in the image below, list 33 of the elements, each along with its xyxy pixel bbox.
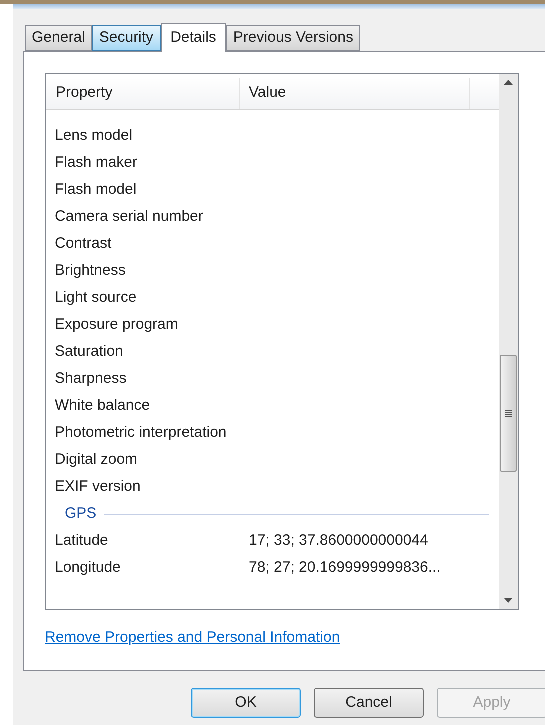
property-name: EXIF version: [54, 477, 142, 498]
dialog-button[interactable]: Cancel: [314, 688, 424, 718]
tab[interactable]: Security: [92, 25, 161, 51]
column-header[interactable]: Property: [46, 78, 240, 109]
scrollbar-thumb[interactable]: [500, 355, 517, 472]
property-name: Flash maker: [54, 153, 139, 174]
property-name: Longitude: [54, 558, 122, 578]
property-name: Sharpness: [54, 369, 128, 390]
property-name: Light source: [54, 288, 138, 308]
property-value: 17; 33; 37.8600000000044: [248, 531, 428, 552]
property-name: Flash model: [54, 180, 138, 200]
property-name: Photometric interpretation: [54, 423, 228, 444]
property-name: Camera serial number: [54, 207, 204, 228]
property-value: 78; 27; 20.1699999999836...: [248, 558, 441, 578]
group-header: GPS: [65, 504, 97, 524]
tab[interactable]: Previous Versions: [226, 25, 360, 51]
property-name: Latitude: [54, 531, 110, 552]
property-name: Saturation: [54, 342, 124, 362]
property-name: Exposure program: [54, 315, 180, 336]
scrollbar[interactable]: [499, 74, 518, 609]
tab[interactable]: Details: [160, 23, 226, 52]
property-name: Lens model: [54, 126, 134, 146]
grip-icon: [505, 410, 512, 417]
tab[interactable]: General: [25, 25, 92, 51]
property-name: White balance: [54, 396, 152, 416]
property-name: Digital zoom: [54, 450, 139, 470]
remove-properties-link[interactable]: Remove Properties and Personal Infomation: [45, 629, 340, 646]
scroll-down-icon[interactable]: [504, 598, 513, 603]
property-name: Contrast: [54, 234, 113, 254]
column-header[interactable]: Value: [240, 78, 470, 109]
property-name: Brightness: [54, 261, 127, 282]
dialog-button[interactable]: OK: [191, 688, 301, 718]
scroll-up-icon[interactable]: [504, 80, 513, 85]
